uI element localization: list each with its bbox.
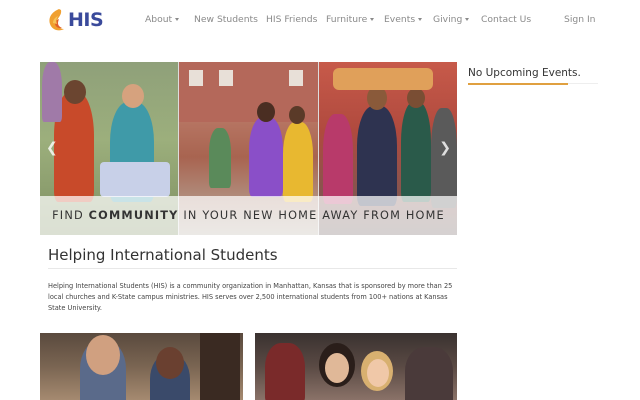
nav-about-label: About: [145, 14, 173, 25]
hero-caption-pre: FIND: [52, 209, 89, 222]
carousel-next-button[interactable]: ❯: [439, 140, 451, 156]
page-title: Helping International Students: [48, 246, 278, 264]
sign-in-label: Sign In: [564, 14, 596, 25]
top-navbar: HIS About New Students HIS Friends Furni…: [0, 0, 640, 42]
caret-down-icon: [418, 18, 423, 21]
upcoming-events-heading: No Upcoming Events.: [468, 67, 581, 79]
card-photo-volunteers[interactable]: [40, 333, 243, 400]
logo-text: HIS: [68, 9, 104, 31]
nav-events[interactable]: Events: [384, 14, 423, 25]
card-photo-students-dinner[interactable]: [255, 333, 457, 400]
site-logo[interactable]: HIS: [46, 7, 106, 35]
nav-contact-us-label: Contact Us: [481, 14, 532, 25]
nav-his-friends-label: HIS Friends: [266, 14, 318, 25]
nav-furniture-label: Furniture: [326, 14, 368, 25]
hero-carousel[interactable]: ❮ ❯ FIND COMMUNITY IN YOUR NEW HOME AWAY…: [40, 62, 457, 235]
hero-caption-bold: COMMUNITY: [88, 209, 179, 222]
events-heading-underline: [468, 83, 568, 85]
nav-events-label: Events: [384, 14, 416, 25]
title-divider: [48, 268, 457, 269]
hero-caption: FIND COMMUNITY IN YOUR NEW HOME AWAY FRO…: [40, 196, 457, 235]
intro-paragraph: Helping International Students (HIS) is …: [48, 282, 453, 312]
events-heading-rule: [568, 83, 598, 84]
nav-giving-label: Giving: [433, 14, 463, 25]
carousel-prev-button[interactable]: ❮: [46, 140, 58, 156]
caret-down-icon: [370, 18, 375, 21]
nav-new-students-label: New Students: [194, 14, 258, 25]
nav-his-friends[interactable]: HIS Friends: [266, 14, 317, 25]
nav-furniture[interactable]: Furniture: [326, 14, 375, 25]
nav-giving[interactable]: Giving: [433, 14, 470, 25]
nav-about[interactable]: About: [145, 14, 180, 25]
nav-new-students[interactable]: New Students: [194, 14, 258, 25]
hero-caption-post: IN YOUR NEW HOME AWAY FROM HOME: [178, 209, 445, 222]
sign-in-link[interactable]: Sign In: [564, 14, 596, 25]
nav-contact-us[interactable]: Contact Us: [481, 14, 531, 25]
caret-down-icon: [175, 18, 180, 21]
caret-down-icon: [465, 18, 470, 21]
